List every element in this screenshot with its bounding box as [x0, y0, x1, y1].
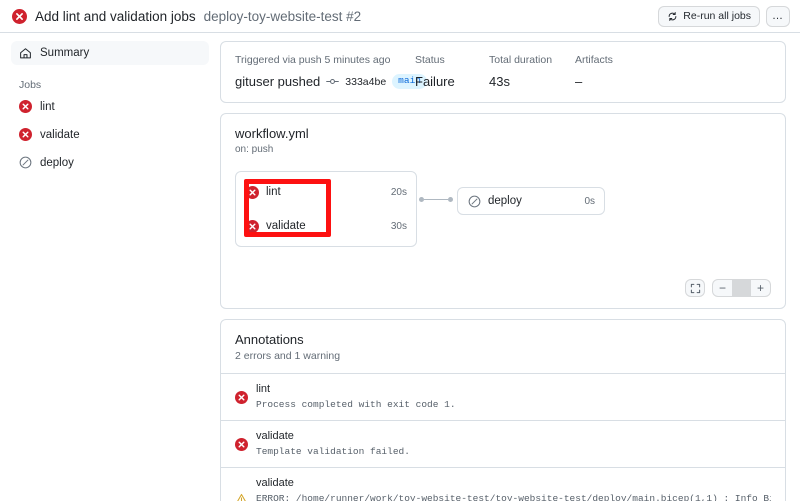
annotations-summary: 2 errors and 1 warning: [235, 350, 341, 362]
zoom-in-button[interactable]: +: [751, 280, 770, 296]
header-actions: Re-run all jobs …: [658, 5, 790, 27]
job-node-validate[interactable]: validate 30s: [236, 213, 416, 239]
actor-text: gituser pushed: [235, 74, 321, 89]
run-subtitle: deploy-toy-website-test #2: [203, 8, 362, 24]
main-content: Triggered via push 5 minutes ago gituser…: [220, 33, 800, 501]
sidebar-item-summary-label: Summary: [40, 47, 90, 59]
workflow-graph-card: workflow.yml on: push lint 20s validate …: [220, 113, 786, 309]
graph-controls: − +: [221, 279, 785, 308]
zoom-out-button[interactable]: −: [713, 280, 732, 296]
trigger-label: Triggered via push 5 minutes ago: [235, 54, 391, 66]
error-x-circle-icon: [19, 128, 32, 141]
sidebar-item-deploy-label: deploy: [40, 156, 74, 169]
job-node-deploy-row: deploy 0s: [458, 188, 604, 214]
commit-sha[interactable]: 333a4be: [345, 76, 386, 88]
status-label: Status: [415, 54, 445, 66]
job-node-deploy[interactable]: deploy 0s: [457, 187, 605, 215]
sidebar-item-summary[interactable]: Summary: [11, 41, 209, 65]
sidebar-section-jobs-label: Jobs: [19, 79, 42, 91]
git-commit-icon: [326, 75, 340, 88]
run-info-card: Triggered via push 5 minutes ago gituser…: [220, 41, 786, 103]
rerun-all-jobs-label: Re-run all jobs: [683, 10, 751, 22]
workflow-graph: lint 20s validate 30s deploy 0s: [221, 167, 785, 279]
error-x-circle-icon: [246, 185, 259, 199]
annotation-job-name: validate: [256, 430, 294, 442]
job-node-validate-label: validate: [266, 220, 306, 232]
sidebar-item-deploy[interactable]: deploy: [11, 150, 209, 175]
trigger-value: gituser pushed 333a4be main: [235, 74, 427, 89]
annotation-row[interactable]: validate Template validation failed.: [221, 420, 785, 467]
warning-triangle-icon: [235, 478, 248, 501]
run-info-duration: Total duration 43s: [489, 54, 575, 89]
annotation-body: validate ERROR: /home/runner/work/toy-we…: [256, 477, 771, 501]
workflow-file-name: workflow.yml: [235, 126, 309, 141]
annotation-body: validate Template validation failed.: [256, 430, 771, 457]
edge-line: [424, 199, 448, 200]
run-info-row: Triggered via push 5 minutes ago gituser…: [221, 42, 785, 102]
job-node-validate-time: 30s: [390, 220, 407, 232]
sidebar-item-lint-label: lint: [40, 100, 55, 113]
run-info-status: Status Failure: [415, 54, 489, 89]
annotations-header: Annotations 2 errors and 1 warning: [221, 320, 785, 373]
status-value: Failure: [415, 74, 455, 89]
run-info-trigger: Triggered via push 5 minutes ago gituser…: [235, 54, 427, 89]
job-node-lint[interactable]: lint 20s: [236, 179, 416, 205]
home-icon: [19, 47, 32, 60]
header-title-group: Add lint and validation jobs deploy-toy-…: [12, 8, 658, 24]
zoom-controls-divider: [732, 280, 751, 296]
error-x-circle-icon: [235, 431, 248, 457]
page-header: Add lint and validation jobs deploy-toy-…: [0, 0, 800, 33]
workflow-trigger: on: push: [235, 144, 274, 155]
page-title: Add lint and validation jobs: [35, 8, 196, 24]
error-x-circle-icon: [235, 384, 248, 410]
annotation-message: Process completed with exit code 1.: [256, 399, 456, 410]
annotations-title: Annotations: [235, 332, 304, 347]
annotation-job-name: validate: [256, 477, 294, 489]
more-options-button[interactable]: …: [766, 5, 790, 27]
zoom-controls-group: − +: [712, 279, 771, 297]
sidebar-item-validate[interactable]: validate: [11, 122, 209, 147]
skipped-circle-slash-icon: [19, 156, 32, 169]
fit-screen-icon: [690, 283, 701, 294]
job-node-deploy-time: 0s: [584, 195, 595, 207]
run-info-artifacts: Artifacts –: [575, 54, 655, 89]
sidebar-item-validate-label: validate: [40, 128, 80, 141]
annotation-message: Template validation failed.: [256, 446, 410, 457]
annotation-message: ERROR: /home/runner/work/toy-website-tes…: [256, 493, 771, 501]
job-node-group: lint 20s validate 30s: [235, 171, 417, 247]
error-x-circle-icon: [12, 8, 27, 24]
duration-label: Total duration: [489, 54, 553, 66]
fit-screen-button[interactable]: [685, 279, 705, 297]
annotations-card: Annotations 2 errors and 1 warning lint …: [220, 319, 786, 501]
annotation-body: lint Process completed with exit code 1.: [256, 383, 771, 410]
annotation-row[interactable]: validate ERROR: /home/runner/work/toy-we…: [221, 467, 785, 501]
workflow-header: workflow.yml on: push: [221, 114, 785, 155]
skipped-circle-slash-icon: [468, 195, 481, 208]
error-x-circle-icon: [19, 100, 32, 113]
sidebar-item-lint[interactable]: lint: [11, 94, 209, 119]
job-node-lint-time: 20s: [390, 186, 407, 198]
refresh-icon: [667, 11, 678, 22]
edge-target-dot: [448, 197, 453, 202]
rerun-all-jobs-button[interactable]: Re-run all jobs: [658, 5, 760, 27]
job-node-lint-label: lint: [266, 186, 281, 198]
artifacts-value: –: [575, 74, 583, 89]
annotation-job-name: lint: [256, 383, 271, 395]
artifacts-label: Artifacts: [575, 54, 613, 66]
sidebar: Summary Jobs lint validate deploy: [0, 33, 220, 501]
page-body: Summary Jobs lint validate deploy Trigge…: [0, 33, 800, 501]
job-node-deploy-label: deploy: [488, 195, 522, 207]
error-x-circle-icon: [246, 219, 259, 233]
duration-value: 43s: [489, 74, 510, 89]
annotation-row[interactable]: lint Process completed with exit code 1.: [221, 373, 785, 420]
